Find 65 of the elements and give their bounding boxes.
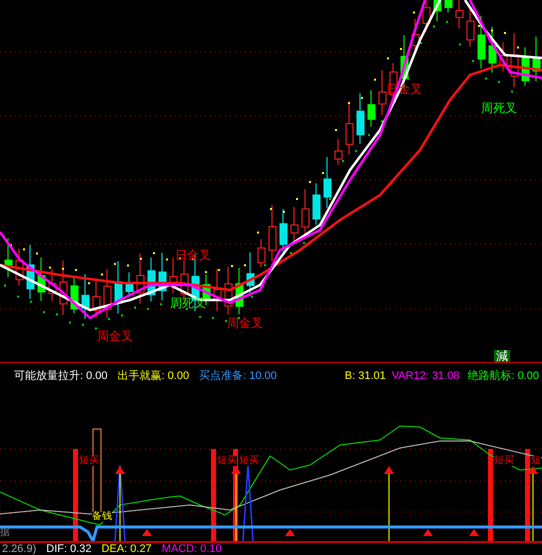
indicator-value: 出手就赢: 0.00 — [118, 369, 190, 384]
candlestick — [258, 238, 266, 268]
candlestick — [92, 280, 100, 319]
candlestick — [48, 268, 56, 302]
candlestick — [444, 0, 452, 14]
indicator-value: B: 31.01 — [344, 369, 386, 384]
candlestick — [532, 36, 540, 82]
candlestick — [60, 260, 68, 316]
candlestick — [280, 208, 288, 252]
candlestick — [26, 244, 34, 300]
macd-value: MACD: 0.10 — [162, 543, 222, 555]
candlestick — [312, 182, 320, 226]
candlestick — [356, 92, 364, 144]
signal-label: 短买 — [79, 456, 99, 466]
candlestick — [434, 0, 442, 22]
macd-value: DIF: 0.32 — [46, 543, 92, 555]
candlestick — [290, 206, 298, 243]
candlestick — [16, 248, 24, 286]
triangle-marker — [469, 529, 479, 536]
signal-label: 短买 — [494, 456, 514, 466]
candlestick — [114, 260, 122, 314]
candlestick — [158, 252, 166, 301]
signal-label: 周金叉 — [97, 330, 133, 342]
candlestick — [478, 15, 486, 70]
up-arrow-icon — [384, 466, 394, 541]
indicator-value: 买点准备: 10.00 — [199, 368, 277, 384]
triangle-marker — [423, 529, 433, 536]
indicator-value: 可能放量拉升: 0.00 — [14, 369, 108, 384]
candlestick — [334, 138, 342, 166]
signal-label: 周死叉 — [481, 102, 517, 114]
up-arrow-icon — [231, 466, 241, 541]
candlestick — [522, 46, 530, 86]
candlestick — [378, 70, 386, 116]
candlestick — [324, 156, 332, 208]
triangle-marker — [285, 529, 295, 536]
candlestick — [148, 257, 156, 302]
signal-label: 短买 — [239, 456, 259, 466]
candlestick — [466, 7, 474, 47]
side-label: 据 — [0, 528, 10, 538]
triangle-marker — [142, 529, 152, 536]
up-arrow-icon — [528, 466, 538, 541]
signal-label: 短 — [531, 456, 541, 466]
candlestick — [246, 252, 254, 297]
candlestick — [104, 268, 112, 319]
candlestick — [38, 256, 46, 302]
candlestick — [268, 204, 276, 262]
candlestick — [70, 276, 78, 314]
candlestick — [170, 256, 178, 294]
candlestick — [346, 103, 354, 155]
candlestick — [368, 90, 376, 128]
indicator-value: 绝路航标: 0.00 — [467, 368, 539, 384]
signal-label: 日金叉 — [175, 249, 211, 261]
macd-params: 2.26.9) — [2, 543, 36, 555]
signal-label: 短买 — [217, 456, 237, 466]
indicator-value: VAR12: 31.08 — [392, 369, 460, 384]
candlestick — [500, 42, 508, 72]
candlestick — [236, 267, 244, 315]
candlestick — [510, 32, 518, 88]
candlestick — [224, 266, 232, 316]
candlestick — [136, 253, 144, 304]
macd-value: DEA: 0.27 — [102, 543, 152, 555]
candlestick — [82, 274, 90, 320]
signal-label: 备钱 — [92, 512, 112, 522]
signal-label: 周金叉 — [227, 317, 263, 329]
status-badge: 減 — [494, 350, 510, 363]
